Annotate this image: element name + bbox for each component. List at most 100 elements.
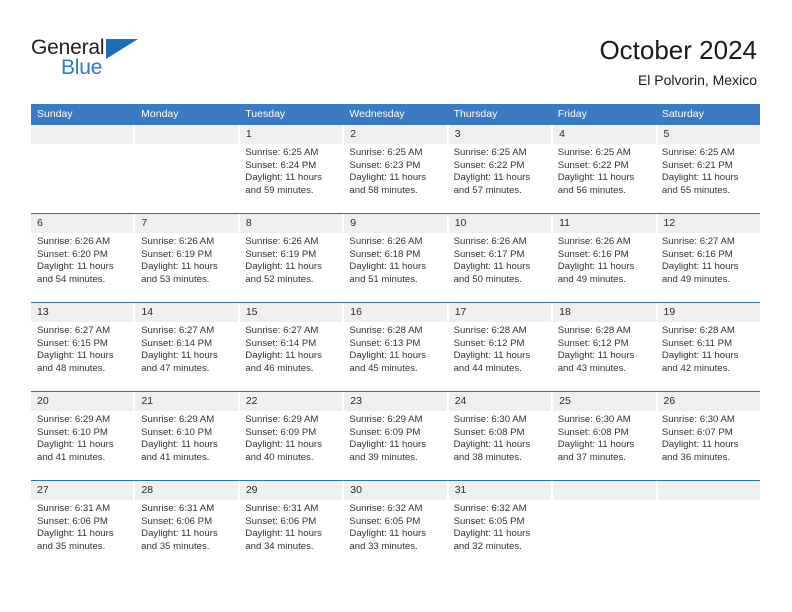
day-number-empty — [135, 125, 240, 144]
day-number-4[interactable]: 4 — [553, 125, 658, 144]
day-details-8[interactable]: Sunrise: 6:26 AM Sunset: 6:19 PM Daylight:… — [239, 233, 344, 302]
day-detail-line: Sunset: 6:23 PM — [349, 159, 421, 171]
day-details-1[interactable]: Sunrise: 6:25 AM Sunset: 6:24 PM Daylight:… — [239, 144, 344, 213]
day-number-22[interactable]: 22 — [239, 392, 345, 411]
day-details-17[interactable]: Sunrise: 6:28 AM Sunset: 6:12 PM Daylight:… — [447, 322, 552, 391]
day-details-2[interactable]: Sunrise: 6:25 AM Sunset: 6:23 PM Daylight:… — [343, 144, 448, 213]
day-number-11[interactable]: 11 — [553, 214, 658, 233]
day-details-30[interactable]: Sunrise: 6:32 AM Sunset: 6:05 PM Daylight:… — [343, 500, 448, 569]
day-number-3[interactable]: 3 — [448, 125, 554, 144]
day-detail-line: Sunset: 6:10 PM — [37, 426, 108, 438]
day-detail-line: Sunrise: 6:26 AM — [37, 236, 111, 247]
day-details-3[interactable]: Sunrise: 6:25 AM Sunset: 6:22 PM Daylight:… — [447, 144, 552, 213]
day-details-9[interactable]: Sunrise: 6:26 AM Sunset: 6:18 PM Daylight:… — [343, 233, 448, 302]
brand-triangle-icon — [106, 39, 138, 59]
title-block: October 2024 El Polvorin, Mexico — [599, 34, 757, 90]
day-number-5[interactable]: 5 — [657, 125, 760, 144]
week-body-band: Sunrise: 6:27 AM Sunset: 6:15 PM Daylight:… — [31, 322, 760, 391]
day-number-9[interactable]: 9 — [344, 214, 449, 233]
day-details-empty — [551, 500, 656, 569]
day-number-31[interactable]: 31 — [448, 481, 554, 500]
day-details-4[interactable]: Sunrise: 6:25 AM Sunset: 6:22 PM Daylight:… — [551, 144, 656, 213]
day-number-28[interactable]: 28 — [135, 481, 240, 500]
day-details-empty — [655, 500, 760, 569]
day-detail-line: Daylight: 11 hours — [453, 261, 531, 273]
day-detail-line: Sunset: 6:09 PM — [245, 426, 317, 438]
day-details-19[interactable]: Sunrise: 6:28 AM Sunset: 6:11 PM Daylight:… — [655, 322, 760, 391]
day-detail-line: Daylight: 11 hours — [661, 261, 739, 273]
day-number-29[interactable]: 29 — [239, 481, 345, 500]
day-detail-line: Sunset: 6:15 PM — [37, 337, 108, 349]
day-detail-line: Sunset: 6:06 PM — [245, 515, 317, 527]
day-detail-line: Daylight: 11 hours — [661, 350, 739, 362]
day-detail-line: Daylight: 11 hours — [245, 350, 322, 362]
day-number-8[interactable]: 8 — [239, 214, 345, 233]
day-number-10[interactable]: 10 — [448, 214, 554, 233]
day-detail-line: Sunrise: 6:29 AM — [349, 414, 423, 425]
day-number-6[interactable]: 6 — [31, 214, 136, 233]
day-number-2[interactable]: 2 — [344, 125, 449, 144]
day-number-12[interactable]: 12 — [657, 214, 760, 233]
day-number-20[interactable]: 20 — [31, 392, 136, 411]
day-number-empty — [31, 125, 136, 144]
day-details-24[interactable]: Sunrise: 6:30 AM Sunset: 6:08 PM Daylight:… — [447, 411, 552, 480]
day-details-22[interactable]: Sunrise: 6:29 AM Sunset: 6:09 PM Daylight:… — [239, 411, 344, 480]
day-details-21[interactable]: Sunrise: 6:29 AM Sunset: 6:10 PM Daylight:… — [135, 411, 240, 480]
day-detail-line: Sunset: 6:19 PM — [141, 248, 213, 260]
day-number-30[interactable]: 30 — [344, 481, 449, 500]
day-detail-line: Daylight: 11 hours — [141, 261, 218, 273]
day-details-13[interactable]: Sunrise: 6:27 AM Sunset: 6:15 PM Daylight:… — [31, 322, 136, 391]
day-details-28[interactable]: Sunrise: 6:31 AM Sunset: 6:06 PM Daylight:… — [135, 500, 240, 569]
day-detail-line: and 52 minutes. — [245, 273, 314, 285]
day-details-31[interactable]: Sunrise: 6:32 AM Sunset: 6:05 PM Daylight:… — [447, 500, 552, 569]
day-number-25[interactable]: 25 — [553, 392, 658, 411]
day-detail-line: and 39 minutes. — [349, 451, 418, 463]
day-details-29[interactable]: Sunrise: 6:31 AM Sunset: 6:06 PM Daylight:… — [239, 500, 344, 569]
day-details-26[interactable]: Sunrise: 6:30 AM Sunset: 6:07 PM Daylight:… — [655, 411, 760, 480]
day-number-7[interactable]: 7 — [135, 214, 240, 233]
day-details-14[interactable]: Sunrise: 6:27 AM Sunset: 6:14 PM Daylight:… — [135, 322, 240, 391]
day-number-24[interactable]: 24 — [448, 392, 554, 411]
day-number-23[interactable]: 23 — [344, 392, 449, 411]
day-number-17[interactable]: 17 — [448, 303, 554, 322]
day-detail-line: Sunset: 6:22 PM — [557, 159, 629, 171]
day-number-15[interactable]: 15 — [239, 303, 345, 322]
day-number-14[interactable]: 14 — [135, 303, 240, 322]
day-number-27[interactable]: 27 — [31, 481, 136, 500]
day-detail-line: Daylight: 11 hours — [37, 350, 114, 362]
day-detail-line: Sunset: 6:18 PM — [349, 248, 421, 260]
day-number-1[interactable]: 1 — [239, 125, 345, 144]
brand-logo[interactable]: General Blue — [31, 36, 211, 88]
day-details-25[interactable]: Sunrise: 6:30 AM Sunset: 6:08 PM Daylight:… — [551, 411, 656, 480]
day-details-5[interactable]: Sunrise: 6:25 AM Sunset: 6:21 PM Daylight:… — [655, 144, 760, 213]
day-details-11[interactable]: Sunrise: 6:26 AM Sunset: 6:16 PM Daylight:… — [551, 233, 656, 302]
day-number-19[interactable]: 19 — [657, 303, 760, 322]
weekday-header-tuesday: Tuesday — [245, 108, 286, 120]
day-detail-line: Daylight: 11 hours — [245, 439, 322, 451]
day-details-6[interactable]: Sunrise: 6:26 AM Sunset: 6:20 PM Daylight:… — [31, 233, 136, 302]
calendar-week-row: 6 7 8 9 10 11 12 Sunrise: 6:26 AM Sunset: 6:20 P… — [31, 213, 760, 302]
day-number-18[interactable]: 18 — [553, 303, 658, 322]
calendar-page: General Blue October 2024 El Polvorin, M… — [0, 0, 792, 612]
day-number-21[interactable]: 21 — [135, 392, 240, 411]
day-details-10[interactable]: Sunrise: 6:26 AM Sunset: 6:17 PM Daylight:… — [447, 233, 552, 302]
day-detail-line: Sunset: 6:07 PM — [661, 426, 733, 438]
day-details-23[interactable]: Sunrise: 6:29 AM Sunset: 6:09 PM Daylight:… — [343, 411, 448, 480]
day-details-18[interactable]: Sunrise: 6:28 AM Sunset: 6:12 PM Daylight:… — [551, 322, 656, 391]
day-details-7[interactable]: Sunrise: 6:26 AM Sunset: 6:19 PM Daylight:… — [135, 233, 240, 302]
day-detail-line: Sunrise: 6:28 AM — [557, 325, 631, 336]
day-details-16[interactable]: Sunrise: 6:28 AM Sunset: 6:13 PM Daylight:… — [343, 322, 448, 391]
day-detail-line: Daylight: 11 hours — [557, 172, 635, 184]
day-number-13[interactable]: 13 — [31, 303, 136, 322]
day-details-27[interactable]: Sunrise: 6:31 AM Sunset: 6:06 PM Daylight:… — [31, 500, 136, 569]
day-details-20[interactable]: Sunrise: 6:29 AM Sunset: 6:10 PM Daylight:… — [31, 411, 136, 480]
weekday-header-sunday: Sunday — [37, 108, 73, 120]
day-detail-line: Daylight: 11 hours — [661, 439, 739, 451]
day-details-15[interactable]: Sunrise: 6:27 AM Sunset: 6:14 PM Daylight:… — [239, 322, 344, 391]
day-detail-line: Sunset: 6:24 PM — [245, 159, 317, 171]
day-detail-line: Daylight: 11 hours — [141, 528, 218, 540]
day-number-26[interactable]: 26 — [657, 392, 760, 411]
day-details-12[interactable]: Sunrise: 6:27 AM Sunset: 6:16 PM Daylight:… — [655, 233, 760, 302]
day-number-16[interactable]: 16 — [344, 303, 449, 322]
day-detail-line: Sunrise: 6:27 AM — [245, 325, 319, 336]
